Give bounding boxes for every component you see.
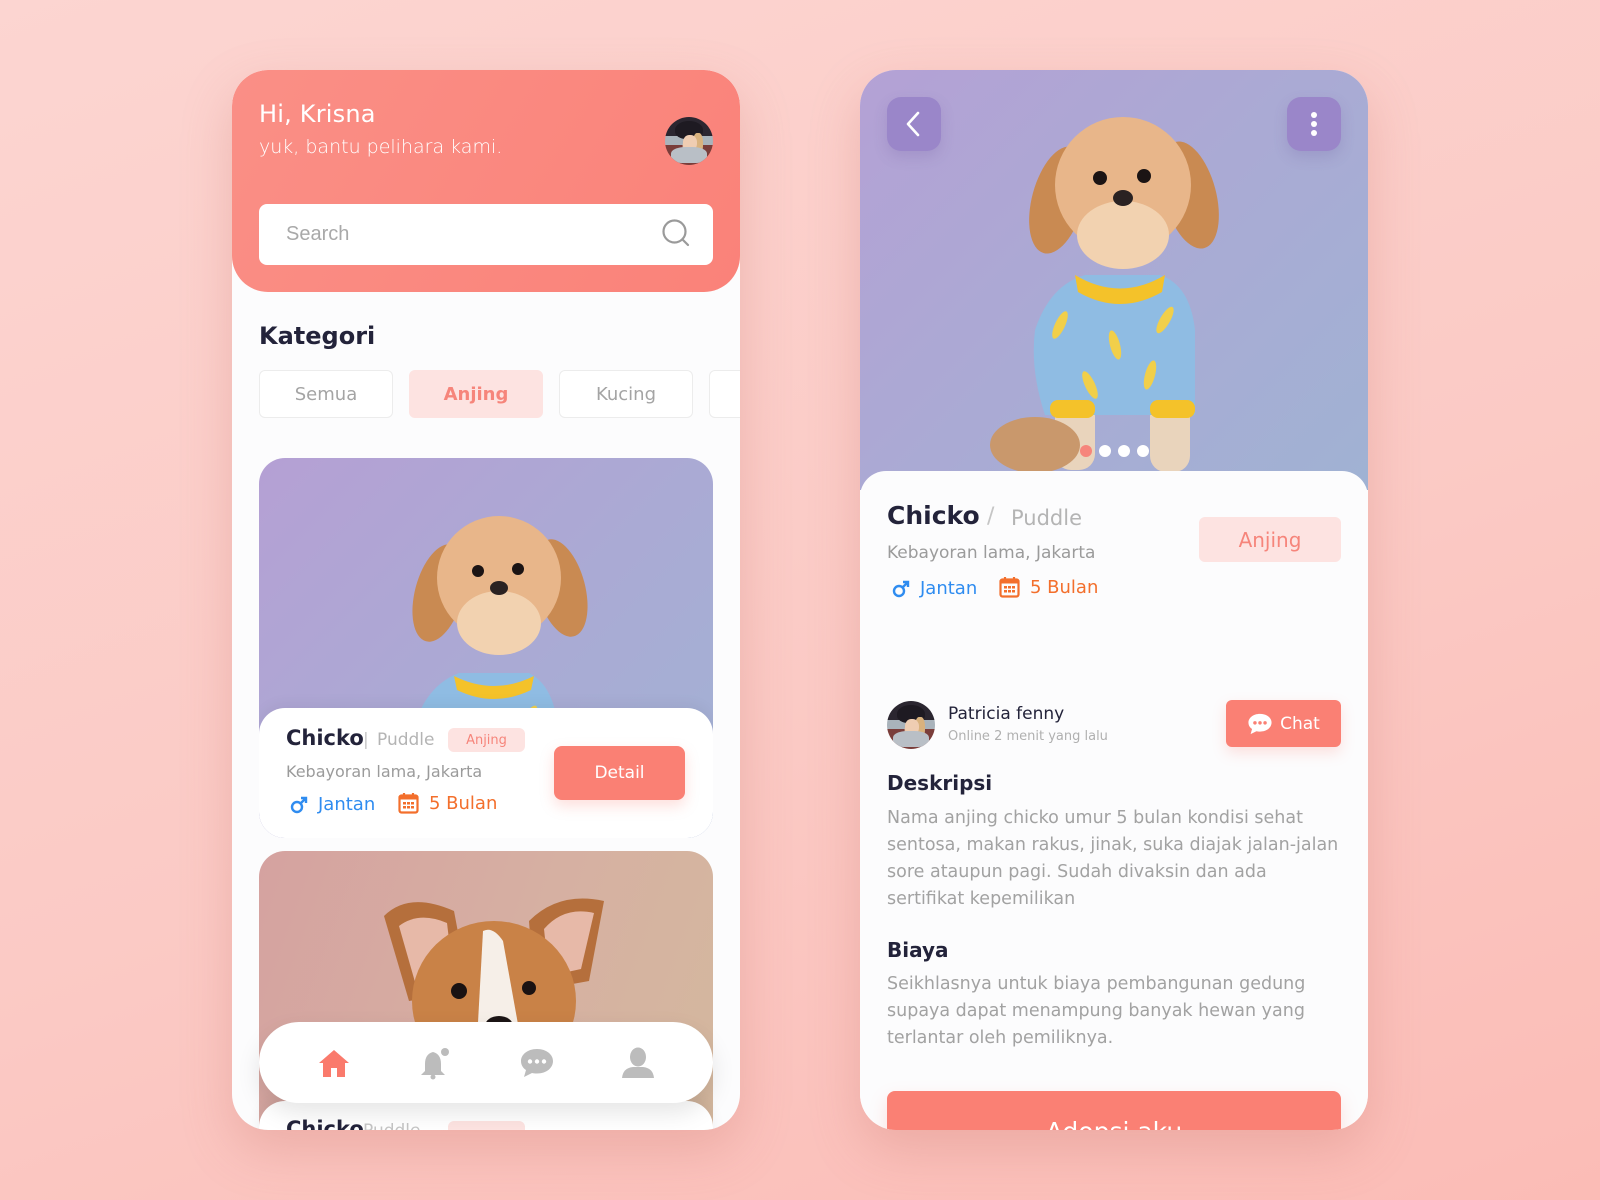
chat-icon [1248, 713, 1272, 734]
search-input[interactable] [286, 223, 661, 246]
carousel-dot[interactable] [1079, 445, 1092, 457]
home-screen: Hi, Krisna yuk, bantu pelihara kami. Kat… [232, 70, 740, 1130]
carousel-dot[interactable] [1136, 445, 1149, 457]
chevron-left-icon [906, 111, 920, 137]
male-icon [290, 796, 308, 813]
pet-gender-label: Jantan [318, 794, 376, 815]
pet-gender: Jantan [290, 794, 375, 815]
nav-notifications[interactable] [410, 1038, 460, 1088]
user-avatar[interactable] [665, 117, 713, 165]
category-chip-more[interactable]: B [709, 370, 740, 418]
pet-age: 5 Bulan [398, 792, 497, 814]
pet-category-badge: Anjing [448, 728, 525, 752]
calendar-icon [999, 577, 1020, 598]
chat-button-label: Chat [1280, 713, 1320, 734]
pet-name: Chicko [286, 726, 364, 750]
owner-avatar[interactable] [887, 701, 935, 749]
category-chip-semua[interactable]: Semua [259, 370, 393, 418]
calendar-icon [398, 793, 419, 814]
pet-location: Kebayoran lama, Jakarta [887, 543, 1096, 563]
nav-messages[interactable] [512, 1038, 562, 1088]
pet-photo-carousel[interactable] [860, 70, 1368, 490]
owner-name: Patricia fenny [948, 704, 1065, 724]
carousel-dot[interactable] [1117, 445, 1130, 457]
pet-gender-label: Jantan [920, 578, 978, 599]
more-options-button[interactable] [1287, 97, 1341, 151]
cost-text: Seikhlasnya untuk biaya pembangunan gedu… [887, 974, 1306, 1048]
category-chip-kucing[interactable]: Kucing [559, 370, 693, 418]
greeting-subtitle: yuk, bantu pelihara kami. [259, 136, 503, 158]
category-chip-anjing[interactable]: Anjing [409, 370, 543, 418]
pet-age-label: 5 Bulan [429, 792, 498, 814]
pet-card-peek[interactable]: Chicko Puddle [259, 1101, 713, 1130]
nav-home[interactable] [309, 1038, 359, 1088]
back-button[interactable] [887, 97, 941, 151]
description-text: Nama anjing chicko umur 5 bulan kondisi … [887, 808, 1339, 909]
pet-category-badge: Anjing [1199, 517, 1341, 562]
description-title: Deskripsi [887, 771, 993, 795]
pet-breed: Puddle [363, 1121, 421, 1130]
search-bar [259, 204, 713, 265]
search-icon[interactable] [661, 218, 691, 252]
carousel-dot[interactable] [1098, 445, 1111, 457]
greeting-title: Hi, Krisna [259, 100, 376, 128]
category-list: Semua Anjing Kucing B [259, 370, 740, 418]
category-title: Kategori [259, 322, 376, 350]
pet-name: Chicko [887, 501, 980, 530]
adopt-button[interactable]: Adopsi aku [887, 1091, 1341, 1130]
chat-button[interactable]: Chat [1226, 700, 1341, 747]
name-separator: / [987, 504, 995, 529]
pet-age-label: 5 Bulan [1030, 576, 1099, 598]
pet-name: Chicko [286, 1117, 364, 1130]
pet-info-panel: Chicko | Puddle Anjing Kebayoran lama, J… [259, 708, 713, 838]
more-vertical-icon [1311, 112, 1317, 136]
carousel-indicator [860, 445, 1368, 457]
pet-location: Kebayoran lama, Jakarta [286, 762, 483, 781]
home-icon [318, 1049, 349, 1077]
bell-icon [421, 1047, 450, 1079]
profile-icon [622, 1047, 655, 1078]
nav-profile[interactable] [613, 1038, 663, 1088]
pet-breed: Puddle [377, 730, 435, 750]
detail-screen: Chicko / Puddle Kebayoran lama, Jakarta … [860, 70, 1368, 1130]
pet-breed: Puddle [1011, 506, 1083, 530]
owner-status: Online 2 menit yang lalu [948, 729, 1108, 744]
chat-icon [520, 1048, 553, 1077]
bottom-navigation [259, 1022, 713, 1103]
pet-age: 5 Bulan [999, 576, 1098, 598]
home-header: Hi, Krisna yuk, bantu pelihara kami. [232, 70, 740, 292]
name-separator: | [363, 730, 369, 750]
male-icon [892, 580, 910, 597]
cost-title: Biaya [887, 938, 949, 962]
pet-detail-panel: Chicko / Puddle Kebayoran lama, Jakarta … [860, 471, 1368, 1130]
pet-category-badge [448, 1121, 525, 1130]
detail-button[interactable]: Detail [554, 746, 685, 800]
pet-card[interactable]: Chicko | Puddle Anjing Kebayoran lama, J… [259, 458, 713, 838]
pet-gender: Jantan [892, 578, 977, 599]
